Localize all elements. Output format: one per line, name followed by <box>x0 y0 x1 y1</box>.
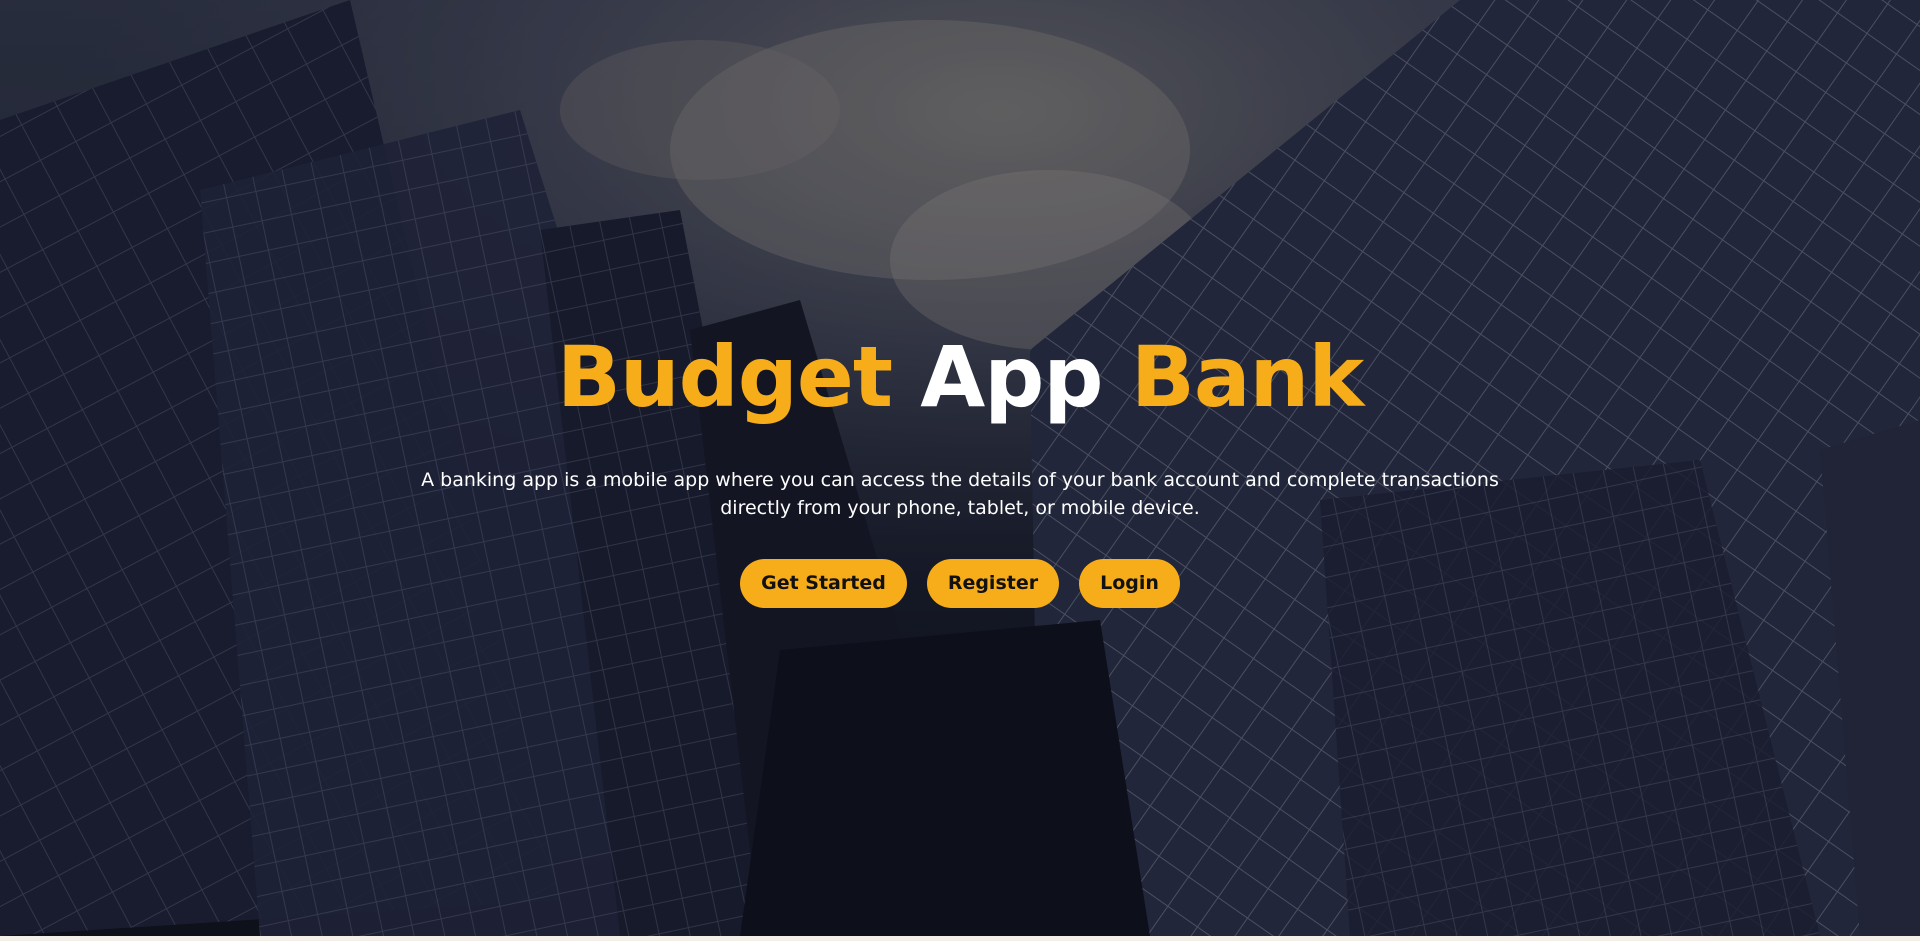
title-word-bank: Bank <box>1130 328 1364 426</box>
hero-section: Budget App Bank A banking app is a mobil… <box>0 0 1920 936</box>
hero-description: A banking app is a mobile app where you … <box>400 466 1520 522</box>
page-bottom-edge <box>0 936 1920 941</box>
hero-content: Budget App Bank A banking app is a mobil… <box>0 0 1920 936</box>
hero-title: Budget App Bank <box>0 327 1920 427</box>
hero-description-line1: A banking app is a mobile app where you … <box>421 469 1499 491</box>
title-word-budget: Budget <box>556 328 893 426</box>
hero-description-line2: directly from your phone, tablet, or mob… <box>720 497 1200 519</box>
register-button[interactable]: Register <box>926 559 1060 608</box>
title-word-app: App <box>920 328 1103 426</box>
get-started-button[interactable]: Get Started <box>740 559 907 608</box>
login-button[interactable]: Login <box>1079 559 1180 608</box>
hero-actions: Get Started Register Login <box>0 559 1920 608</box>
